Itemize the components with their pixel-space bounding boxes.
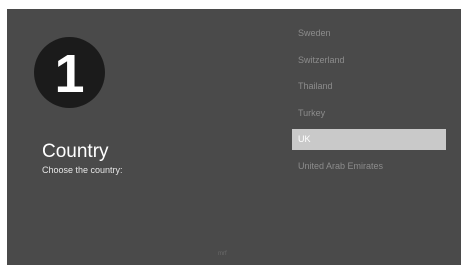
country-option-uk[interactable]: UK bbox=[292, 129, 446, 150]
page-title: Country bbox=[42, 141, 109, 162]
country-list[interactable]: Sweden Switzerland Thailand Turkey UK Un… bbox=[292, 23, 446, 182]
footer-mark: mrf bbox=[218, 251, 227, 257]
country-option-switzerland[interactable]: Switzerland bbox=[292, 50, 446, 71]
country-option-turkey[interactable]: Turkey bbox=[292, 103, 446, 124]
country-option-united-arab-emirates[interactable]: United Arab Emirates bbox=[292, 156, 446, 177]
country-option-sweden[interactable]: Sweden bbox=[292, 23, 446, 44]
step-number: 1 bbox=[54, 43, 85, 104]
country-option-thailand[interactable]: Thailand bbox=[292, 76, 446, 97]
page-subtitle: Choose the country: bbox=[42, 165, 123, 175]
step-badge: 1 bbox=[34, 37, 105, 108]
tv-setup-screen: 1 Country Choose the country: Sweden Swi… bbox=[7, 9, 461, 265]
